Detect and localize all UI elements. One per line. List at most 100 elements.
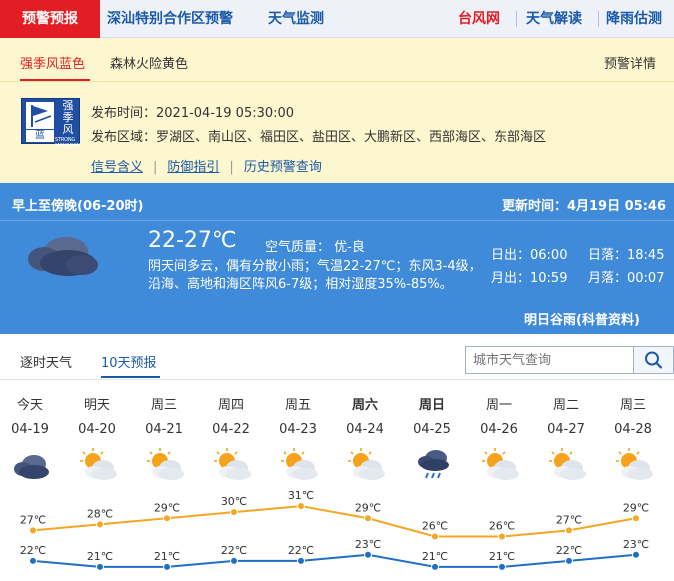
low-temp-line: [32, 553, 637, 568]
flag-icon: [26, 102, 54, 129]
signal-meaning-link[interactable]: 信号含义: [91, 160, 143, 175]
nav-link-interpretation[interactable]: 天气解读: [526, 0, 582, 38]
low-temp-point: [431, 562, 439, 571]
high-temp-label: 28℃: [87, 507, 113, 520]
tab-10day[interactable]: 10天预报: [101, 352, 157, 371]
nav-link-shenshan[interactable]: 深汕特别合作区预警: [107, 0, 233, 38]
high-temp-label: 27℃: [556, 513, 582, 526]
forecast-tabs: 逐时天气 10天预报: [0, 334, 674, 380]
day-weekday: 今天: [16, 398, 43, 413]
high-temp-point: [163, 514, 171, 523]
high-temp-label: 26℃: [489, 520, 515, 533]
low-temp-point: [632, 550, 640, 559]
partly-cloudy-icon: [546, 444, 588, 484]
day-date: 04-28: [614, 422, 652, 437]
day-date: 04-26: [480, 422, 518, 437]
overcast-icon: [10, 444, 52, 484]
day-date: 04-20: [78, 422, 116, 437]
partly-cloudy-icon: [278, 444, 320, 484]
active-tab-underline: [20, 79, 90, 81]
low-temp-point: [29, 556, 37, 565]
warning-detail-link[interactable]: 预警详情: [604, 53, 656, 72]
high-temp-label: 27℃: [20, 513, 46, 526]
search-input[interactable]: [466, 347, 634, 373]
tab-forest-fire-yellow[interactable]: 森林火险黄色: [110, 53, 188, 72]
low-temp-label: 23℃: [355, 538, 381, 551]
high-temp-point: [498, 532, 506, 541]
defense-guide-link[interactable]: 防御指引: [167, 160, 219, 175]
monsoon-signal-icon: 蓝 强季风 STRONG MONSOON: [21, 98, 81, 149]
low-temp-label: 23℃: [623, 538, 649, 551]
moonset: 月落：00:07: [588, 271, 665, 286]
low-temp-point: [565, 556, 573, 565]
forecast-panel: 早上至傍晚(06-20时) 更新时间：4月19日 05:46 22-27℃ 空气…: [0, 183, 674, 334]
signal-color-label: 蓝: [26, 130, 54, 142]
high-temp-label: 29℃: [623, 501, 649, 514]
low-temp-label: 22℃: [20, 544, 46, 557]
nav-separator: [598, 11, 599, 27]
nav-alert-tab[interactable]: 预警预报: [0, 0, 100, 38]
partly-cloudy-icon: [345, 444, 387, 484]
day-date: 04-25: [413, 422, 451, 437]
partly-cloudy-icon: [211, 444, 253, 484]
partly-cloudy-icon: [613, 444, 655, 484]
day-weekday: 周六: [351, 398, 378, 413]
search-button[interactable]: [633, 347, 673, 373]
issue-time: 发布时间：2021-04-19 05:30:00: [91, 106, 295, 121]
search-icon: [645, 351, 663, 369]
day-weekday: 周二: [552, 398, 579, 413]
day-weekday: 明天: [83, 398, 110, 413]
forecast-header: 早上至傍晚(06-20时) 更新时间：4月19日 05:46: [0, 183, 674, 221]
temperature-chart: 27℃ 28℃ 29℃ 30℃ 31℃ 29℃ 26℃ 26℃ 27℃ 29℃ 22℃ 21℃ 21℃ 2…: [20, 489, 649, 571]
overcast-icon: [20, 231, 100, 281]
active-tab-underline: [101, 376, 160, 378]
day-weekday: 周日: [418, 398, 445, 413]
signal-name: 强季风: [62, 99, 74, 136]
low-temp-point: [364, 550, 372, 559]
high-temp-point: [632, 514, 640, 523]
issue-areas: 发布区域：罗湖区、南山区、福田区、盐田区、大鹏新区、西部海区、东部海区: [91, 130, 547, 145]
high-temp-point: [565, 526, 573, 535]
day-weekday: 周四: [217, 398, 244, 413]
partly-cloudy-icon: [77, 444, 119, 484]
low-temp-label: 21℃: [87, 550, 113, 563]
tomorrow-link[interactable]: 明日谷雨(科普资料): [524, 309, 640, 328]
nav-link-monitoring[interactable]: 天气监测: [268, 0, 324, 38]
high-temp-point: [431, 532, 439, 541]
warning-links: 信号含义 | 防御指引 | 历史预警查询: [91, 160, 322, 175]
sunrise: 日出：06:00: [491, 248, 568, 263]
tab-monsoon-blue[interactable]: 强季风蓝色: [20, 53, 85, 72]
high-temp-label: 30℃: [221, 495, 247, 508]
rain-icon: [412, 444, 454, 484]
day-weekday: 周三: [619, 398, 646, 413]
day-date: 04-24: [346, 422, 384, 437]
tab-hourly[interactable]: 逐时天气: [20, 352, 72, 371]
low-temp-label: 22℃: [556, 544, 582, 557]
day-weekday: 周一: [485, 398, 512, 413]
high-temp-point: [230, 508, 238, 517]
low-temp-label: 21℃: [154, 550, 180, 563]
day-date: 04-22: [212, 422, 250, 437]
high-temp-point: [29, 526, 37, 535]
low-temp-label: 22℃: [288, 544, 314, 557]
forecast-description: 阴天间多云，偶有分散小雨；气温22-27℃；东风3-4级，沿海、高地和海区阵风6…: [148, 259, 482, 292]
ten-day-forecast: 27℃ 28℃ 29℃ 30℃ 31℃ 29℃ 26℃ 26℃ 27℃ 29℃ 22℃ 21℃ 21℃ 2…: [0, 380, 674, 581]
low-temp-label: 22℃: [221, 544, 247, 557]
high-temp-point: [96, 520, 104, 529]
moonrise: 月出：10:59: [491, 271, 568, 286]
low-temp-label: 21℃: [422, 550, 448, 563]
day-date: 04-21: [145, 422, 183, 437]
high-temp-label: 31℃: [288, 489, 314, 502]
air-quality: 空气质量： 优-良: [265, 240, 365, 255]
high-temp-point: [297, 502, 305, 511]
high-temp-label: 29℃: [355, 501, 381, 514]
low-temp-point: [230, 556, 238, 565]
nav-separator: [516, 11, 517, 27]
warning-tabs: 强季风蓝色 森林火险黄色 预警详情: [0, 38, 674, 82]
forecast-update-time: 更新时间：4月19日 05:46: [501, 199, 666, 214]
nav-link-typhoon[interactable]: 台风网: [458, 0, 500, 38]
high-temp-line: [32, 505, 637, 538]
history-warning-link[interactable]: 历史预警查询: [244, 160, 322, 175]
day-weekday: 周五: [284, 398, 311, 413]
nav-link-rainfall[interactable]: 降雨估测: [606, 0, 662, 38]
